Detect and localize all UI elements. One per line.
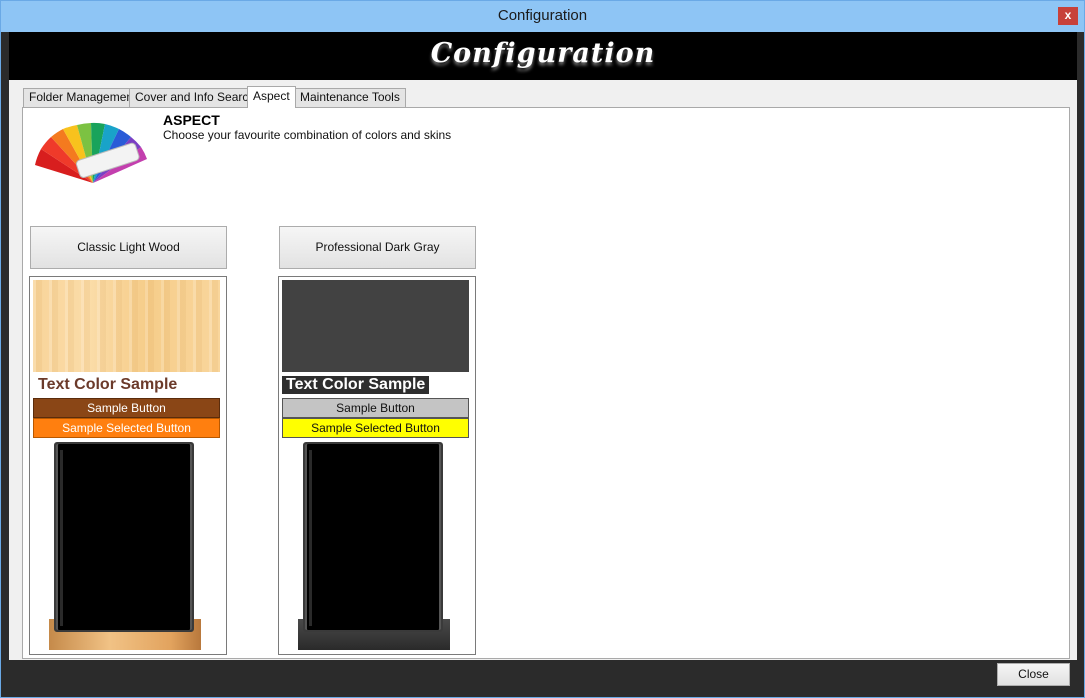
text-color-sample: Text Color Sample xyxy=(38,376,178,393)
wood-background-swatch xyxy=(33,280,220,372)
classic-light-wood-preview: Text Color Sample Sample Button Sample S… xyxy=(29,276,227,655)
sample-selected-button: Sample Selected Button xyxy=(282,418,469,438)
close-button[interactable]: Close xyxy=(997,663,1070,686)
text-color-sample: Text Color Sample xyxy=(282,376,430,394)
title-bar[interactable]: Configuration x xyxy=(1,1,1084,32)
professional-dark-gray-preview: Text Color Sample Sample Button Sample S… xyxy=(278,276,476,655)
header-banner: Configuration xyxy=(9,32,1077,80)
banner-title: Configuration xyxy=(430,38,656,69)
tab-cover-and-info-search[interactable]: Cover and Info Search xyxy=(129,88,262,107)
dark-background-swatch xyxy=(282,280,469,372)
window-close-button[interactable]: x xyxy=(1058,7,1078,25)
configuration-window: Configuration x Configuration Folder Man… xyxy=(0,0,1085,698)
dvd-case-icon xyxy=(303,442,443,632)
tab-maintenance-tools[interactable]: Maintenance Tools xyxy=(294,88,406,107)
tab-aspect[interactable]: Aspect xyxy=(247,86,296,108)
tab-folder-management[interactable]: Folder Management xyxy=(23,88,143,107)
aspect-description: Choose your favourite combination of col… xyxy=(163,128,452,142)
aspect-heading: ASPECT xyxy=(163,112,220,128)
sample-button: Sample Button xyxy=(282,398,469,418)
sample-selected-button: Sample Selected Button xyxy=(33,418,220,438)
window-title: Configuration xyxy=(497,7,588,24)
professional-dark-gray-button[interactable]: Professional Dark Gray xyxy=(279,226,476,269)
sample-button: Sample Button xyxy=(33,398,220,418)
color-palette-icon xyxy=(35,122,147,183)
classic-light-wood-button[interactable]: Classic Light Wood xyxy=(30,226,227,269)
dvd-case-icon xyxy=(54,442,194,632)
